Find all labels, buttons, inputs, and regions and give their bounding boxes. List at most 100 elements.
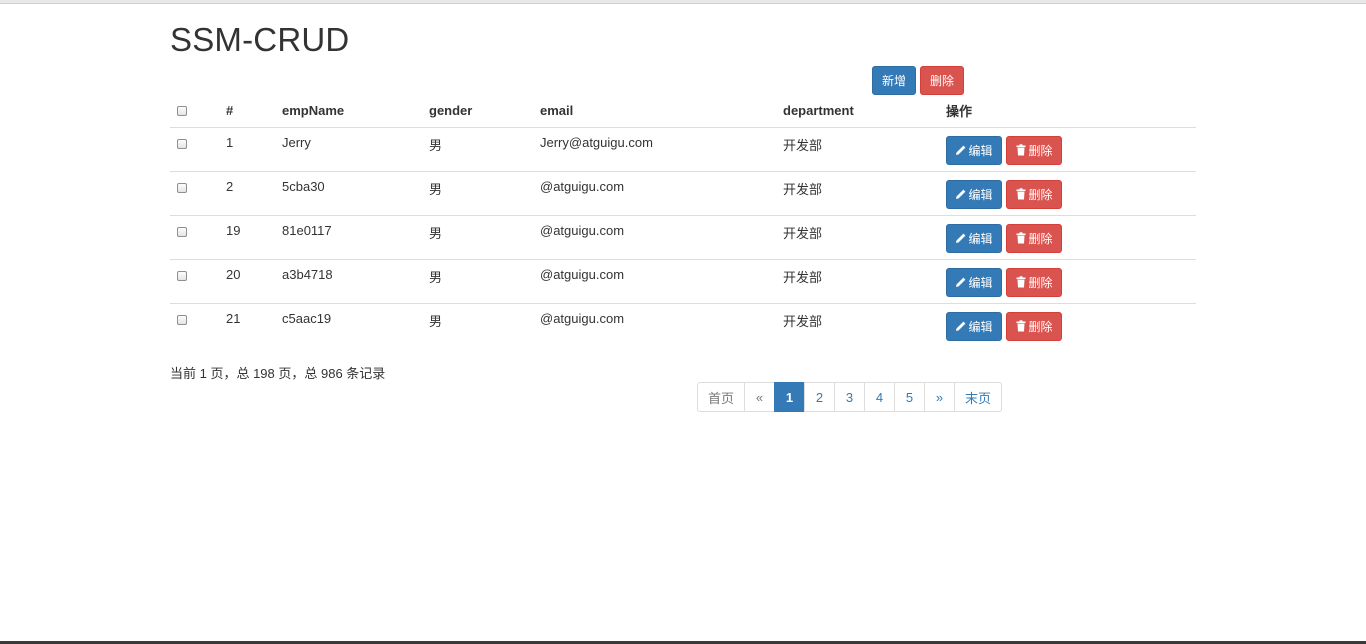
header-select-all (170, 95, 226, 128)
cell-email: @atguigu.com (540, 310, 625, 326)
page-first[interactable]: 首页 (697, 382, 745, 412)
cell-actions: 编辑 删除 (946, 259, 1196, 304)
edit-label: 编辑 (968, 231, 993, 246)
select-all-checkbox[interactable] (177, 106, 187, 117)
trash-icon (1016, 144, 1026, 156)
table-row: 19 81e0117 男 @atguigu.com 开发部 编辑 删除 (170, 215, 1196, 260)
cell-email: @atguigu.com (540, 215, 783, 260)
row-checkbox[interactable] (177, 182, 187, 193)
header-email: email (540, 95, 783, 128)
delete-label: 删除 (1028, 143, 1053, 158)
cell-empname: 81e0117 (282, 215, 429, 260)
page-info: 当前 1 页，总 198 页，总 986 条记录 (170, 366, 386, 381)
row-checkbox[interactable] (177, 270, 187, 281)
cell-email: Jerry@atguigu.com (540, 127, 783, 172)
row-select-cell (170, 259, 226, 304)
cell-actions: 编辑 删除 (946, 127, 1196, 172)
cell-empname: c5aac19 (282, 310, 332, 326)
page-title: SSM-CRUD (170, 21, 350, 58)
row-checkbox[interactable] (177, 226, 187, 237)
delete-button[interactable]: 删除 (1006, 267, 1062, 297)
table-row: 20 a3b4718 男 @atguigu.com 开发部 编辑 删除 (170, 259, 1196, 304)
browser-top-border (0, 0, 1366, 4)
trash-icon (1016, 320, 1026, 332)
edit-button[interactable]: 编辑 (946, 223, 1002, 253)
header-id: # (226, 95, 282, 128)
trash-icon (1016, 188, 1026, 200)
row-select-cell (170, 171, 226, 216)
cell-gender: 男 (429, 171, 540, 216)
trash-icon (1016, 232, 1026, 244)
cell-department: 开发部 (783, 313, 823, 329)
page-2[interactable]: 2 (804, 382, 835, 412)
cell-id: 21 (226, 310, 241, 326)
delete-label: 删除 (1028, 275, 1053, 290)
cell-gender: 男 (429, 127, 540, 172)
cell-empname: Jerry (282, 127, 429, 172)
pagination: 首页 « 1 2 3 4 5 » 末页 (697, 382, 1002, 412)
delete-label: 删除 (1028, 231, 1053, 246)
cell-actions: 编辑 删除 (946, 215, 1196, 260)
delete-button[interactable]: 删除 (1006, 135, 1062, 165)
cell-id: 1 (226, 127, 282, 172)
cell-gender: 男 (429, 313, 443, 329)
cell-department: 开发部 (783, 259, 946, 304)
trash-icon (1016, 276, 1026, 288)
page-next[interactable]: » (924, 382, 955, 412)
cell-department: 开发部 (783, 127, 946, 172)
delete-button[interactable]: 删除 (1006, 311, 1062, 341)
cell-actions: 编辑 删除 (946, 303, 1196, 347)
employee-table: # empName gender email department 操作 1 Je… (170, 95, 1196, 347)
cell-id: 19 (226, 215, 282, 260)
bulk-delete-button[interactable]: 删除 (920, 66, 964, 95)
edit-label: 编辑 (968, 275, 993, 290)
page-last[interactable]: 末页 (954, 382, 1002, 412)
cell-id: 20 (226, 259, 282, 304)
cell-gender: 男 (429, 259, 540, 304)
page-3[interactable]: 3 (834, 382, 865, 412)
cell-empname: 5cba30 (282, 171, 429, 216)
table-row: 21 c5aac19 男 @atguigu.com 开发部 编辑 删除 (170, 303, 1196, 347)
top-actions: 新增 删除 (872, 66, 964, 95)
pencil-icon (956, 277, 966, 287)
page-4[interactable]: 4 (864, 382, 895, 412)
pencil-icon (956, 145, 966, 155)
row-select-cell (170, 215, 226, 260)
edit-button[interactable]: 编辑 (946, 311, 1002, 341)
edit-button[interactable]: 编辑 (946, 135, 1002, 165)
cell-id: 2 (226, 171, 282, 216)
pencil-icon (956, 189, 966, 199)
table-row: 1 Jerry 男 Jerry@atguigu.com 开发部 编辑 删除 (170, 127, 1196, 172)
pencil-icon (956, 233, 966, 243)
delete-label: 删除 (1028, 187, 1053, 202)
header-department: department (783, 95, 946, 128)
delete-button[interactable]: 删除 (1006, 179, 1062, 209)
delete-button[interactable]: 删除 (1006, 223, 1062, 253)
table-row: 2 5cba30 男 @atguigu.com 开发部 编辑 删除 (170, 171, 1196, 216)
add-button[interactable]: 新增 (872, 66, 916, 95)
cell-gender: 男 (429, 215, 540, 260)
page-1[interactable]: 1 (774, 382, 805, 412)
edit-button[interactable]: 编辑 (946, 267, 1002, 297)
cell-actions: 编辑 删除 (946, 171, 1196, 216)
edit-label: 编辑 (968, 319, 993, 334)
row-checkbox[interactable] (177, 314, 187, 325)
page-5[interactable]: 5 (894, 382, 925, 412)
cell-email: @atguigu.com (540, 259, 783, 304)
cell-department: 开发部 (783, 215, 946, 260)
cell-empname: a3b4718 (282, 259, 429, 304)
row-select-cell (170, 303, 226, 347)
page-prev[interactable]: « (744, 382, 775, 412)
pencil-icon (956, 321, 966, 331)
cell-email: @atguigu.com (540, 171, 783, 216)
table-body: 1 Jerry 男 Jerry@atguigu.com 开发部 编辑 删除 2 5cba30 男 @… (170, 127, 1196, 347)
edit-label: 编辑 (968, 143, 993, 158)
header-gender: gender (429, 95, 540, 128)
row-checkbox[interactable] (177, 138, 187, 149)
header-empname: empName (282, 95, 429, 128)
row-select-cell (170, 127, 226, 172)
table-header-row: # empName gender email department 操作 (170, 95, 1196, 128)
delete-label: 删除 (1028, 319, 1053, 334)
edit-button[interactable]: 编辑 (946, 179, 1002, 209)
cell-department: 开发部 (783, 171, 946, 216)
